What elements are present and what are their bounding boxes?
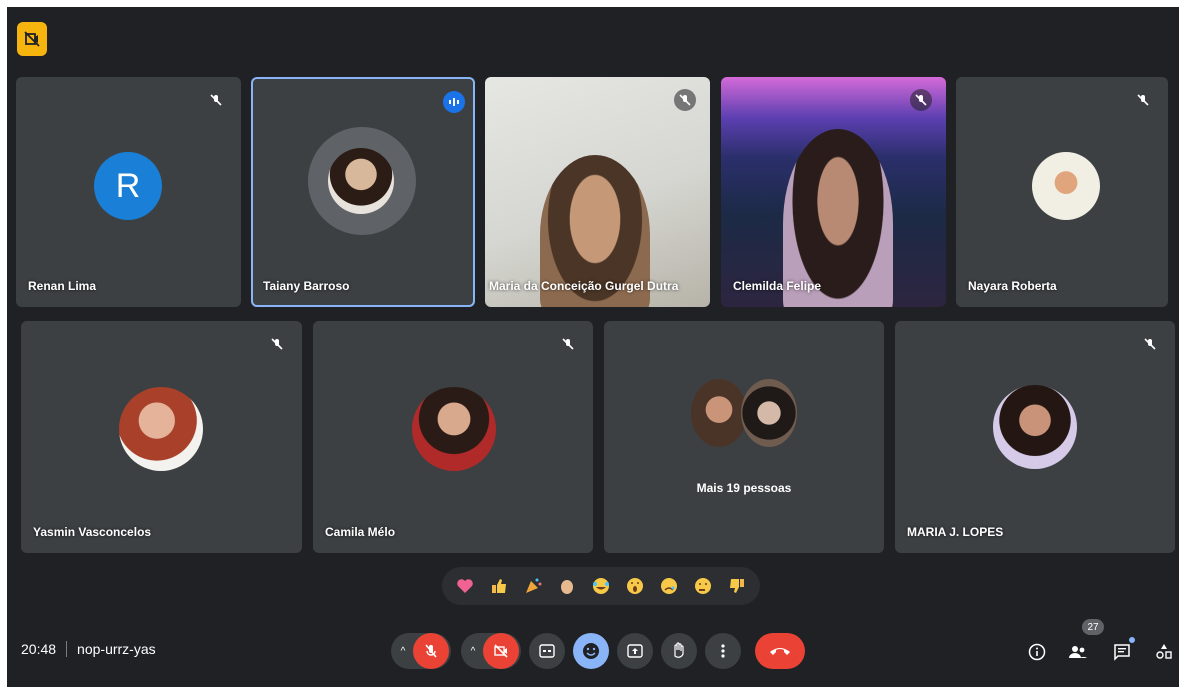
captions-button[interactable]	[529, 633, 565, 669]
divider	[66, 641, 68, 657]
thumbs-up-icon[interactable]	[486, 573, 512, 599]
participant-count-badge: 27	[1082, 619, 1104, 635]
participant-tile[interactable]: Maria da Conceição Gurgel Dutra	[485, 77, 710, 307]
participant-tile[interactable]: Yasmin Vasconcelos	[21, 321, 302, 553]
participant-tile[interactable]: Taiany Barroso	[251, 77, 475, 307]
notification-dot	[1129, 637, 1135, 643]
participant-name: Camila Mélo	[325, 525, 396, 539]
mic-off-icon	[557, 333, 579, 355]
info-icon[interactable]	[1024, 639, 1050, 665]
avatar	[412, 387, 496, 471]
avatar	[741, 379, 797, 447]
raise-hand-button[interactable]	[661, 633, 697, 669]
leave-call-button[interactable]	[755, 633, 805, 669]
thinking-face-icon[interactable]	[690, 573, 716, 599]
avatar	[691, 379, 747, 447]
clapping-hands-icon[interactable]	[554, 573, 580, 599]
meeting-time: 20:48	[21, 641, 57, 657]
participant-name: Taiany Barroso	[263, 279, 350, 293]
chevron-up-icon[interactable]: ^	[463, 646, 483, 657]
chevron-up-icon[interactable]: ^	[393, 646, 413, 657]
reactions-bar	[442, 567, 760, 605]
chat-icon[interactable]	[1109, 637, 1135, 665]
activities-icon[interactable]	[1151, 639, 1177, 665]
participant-tile[interactable]: R Renan Lima	[16, 77, 241, 307]
people-icon[interactable]	[1065, 639, 1091, 665]
party-popper-icon[interactable]	[520, 573, 546, 599]
mic-off-icon	[205, 89, 227, 111]
participant-name: MARIA J. LOPES	[907, 525, 1004, 539]
sparkling-heart-icon[interactable]	[452, 573, 478, 599]
participant-name: Yasmin Vasconcelos	[33, 525, 152, 539]
meeting-details: 20:48 nop-urrz-yas	[21, 641, 156, 657]
mic-off-icon	[266, 333, 288, 355]
avatar: R	[94, 152, 162, 220]
mic-off-icon	[910, 89, 932, 111]
recording-icon[interactable]	[17, 22, 47, 56]
avatar	[1032, 152, 1100, 220]
participant-name: Maria da Conceição Gurgel Dutra	[489, 279, 679, 293]
participant-tile[interactable]: Nayara Roberta	[956, 77, 1168, 307]
meeting-code[interactable]: nop-urrz-yas	[77, 641, 156, 657]
present-button[interactable]	[617, 633, 653, 669]
camera-control[interactable]: ^	[461, 633, 521, 669]
more-participants-tile[interactable]: Mais 19 pessoas	[604, 321, 884, 553]
avatar	[328, 148, 394, 214]
participant-name: Clemilda Felipe	[733, 279, 822, 293]
participant-tile[interactable]: Camila Mélo	[313, 321, 593, 553]
mic-off-icon	[674, 89, 696, 111]
more-options-button[interactable]	[705, 633, 741, 669]
mic-control[interactable]: ^	[391, 633, 451, 669]
speaking-icon	[443, 91, 465, 113]
reactions-button[interactable]	[573, 633, 609, 669]
mic-off-icon	[1132, 89, 1154, 111]
more-participants-label: Mais 19 pessoas	[696, 481, 792, 495]
thumbs-down-icon[interactable]	[724, 573, 750, 599]
mic-off-icon	[1139, 333, 1161, 355]
mic-off-icon[interactable]	[413, 633, 449, 669]
participant-tile[interactable]: Clemilda Felipe	[721, 77, 946, 307]
sad-face-icon[interactable]	[656, 573, 682, 599]
meet-window: R Renan Lima Taiany Barroso Maria da Con…	[7, 7, 1179, 687]
participant-name: Renan Lima	[28, 279, 97, 293]
participant-name: Nayara Roberta	[968, 279, 1057, 293]
participant-tile[interactable]: MARIA J. LOPES	[895, 321, 1175, 553]
surprised-face-icon[interactable]	[622, 573, 648, 599]
camera-off-icon[interactable]	[483, 633, 519, 669]
avatar	[993, 385, 1077, 469]
avatar	[119, 387, 203, 471]
tears-of-joy-icon[interactable]	[588, 573, 614, 599]
